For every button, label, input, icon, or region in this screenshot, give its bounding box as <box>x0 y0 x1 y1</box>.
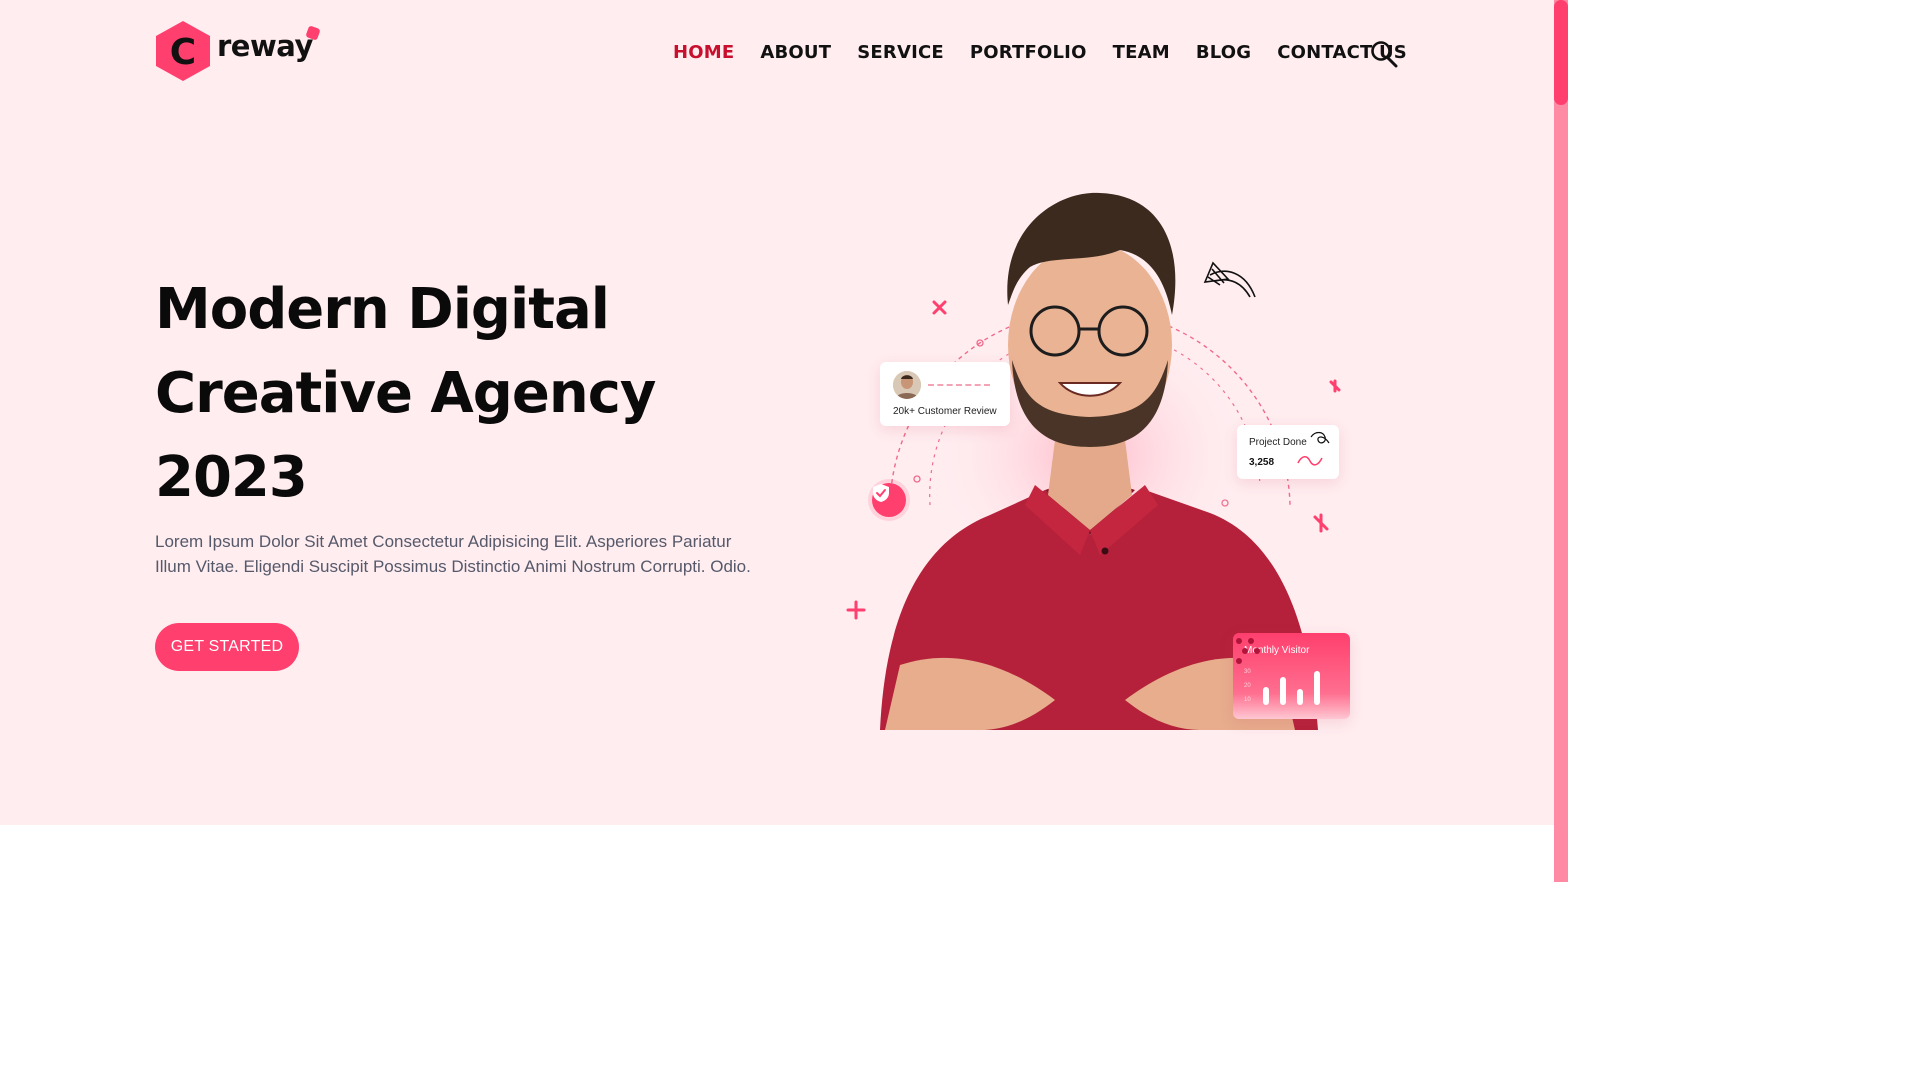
hero-title: Modern Digital Creative Agency 2023 <box>155 268 775 520</box>
shield-check-icon <box>872 483 906 517</box>
logo[interactable]: C reway <box>155 20 321 82</box>
visitor-bar <box>1280 677 1286 705</box>
logo-letter: C <box>170 32 196 73</box>
hero-illustration: 20k+ Customer Review Project Done 3,258 … <box>840 185 1360 730</box>
hero-title-line-3: 2023 <box>155 445 308 510</box>
next-section <box>0 825 1554 882</box>
dots-decoration-icon <box>1236 638 1260 664</box>
scrollbar-thumb[interactable] <box>1554 0 1568 105</box>
hero-title-line-1: Modern Digital <box>155 277 610 342</box>
swirl-icon <box>1310 431 1330 444</box>
visitor-bars <box>1263 665 1323 705</box>
visitor-bar <box>1263 687 1269 705</box>
axis-tick: 10 <box>1244 697 1251 703</box>
logo-hexagon-icon: C <box>156 21 210 81</box>
customer-review-card: 20k+ Customer Review <box>880 362 1010 426</box>
trend-wave-icon <box>1297 456 1323 466</box>
nav-portfolio[interactable]: PORTFOLIO <box>970 42 1087 63</box>
reviewer-avatar <box>893 371 921 399</box>
scrollbar-track[interactable] <box>1554 0 1568 882</box>
monthly-visitor-card: Monthly Visitor 30 20 10 <box>1233 633 1350 719</box>
axis-tick: 20 <box>1244 683 1251 689</box>
rating-dashes <box>928 384 990 386</box>
visitor-bar <box>1297 689 1303 705</box>
visitor-bar <box>1314 671 1320 705</box>
customer-review-label: 20k+ Customer Review <box>893 406 997 417</box>
project-done-value: 3,258 <box>1249 457 1275 468</box>
get-started-button[interactable]: GET STARTED <box>155 623 299 671</box>
project-done-label: Project Done <box>1249 437 1307 448</box>
hero-description: Lorem Ipsum Dolor Sit Amet Consectetur A… <box>155 532 751 576</box>
project-done-card: Project Done 3,258 <box>1237 425 1339 479</box>
nav-home[interactable]: HOME <box>673 42 734 63</box>
nav-service[interactable]: SERVICE <box>857 42 944 63</box>
nav-team[interactable]: TEAM <box>1113 42 1170 63</box>
page: C reway HOME ABOUT SERVICE PORTFOLIO TEA… <box>0 0 1568 882</box>
nav-about[interactable]: ABOUT <box>760 42 831 63</box>
search-icon[interactable] <box>1370 40 1398 68</box>
hero-title-line-2: Creative Agency <box>155 361 656 426</box>
logo-text: reway <box>217 25 321 63</box>
nav-blog[interactable]: BLOG <box>1196 42 1251 63</box>
axis-tick: 30 <box>1244 669 1251 675</box>
main-nav: HOME ABOUT SERVICE PORTFOLIO TEAM BLOG C… <box>673 42 1407 63</box>
